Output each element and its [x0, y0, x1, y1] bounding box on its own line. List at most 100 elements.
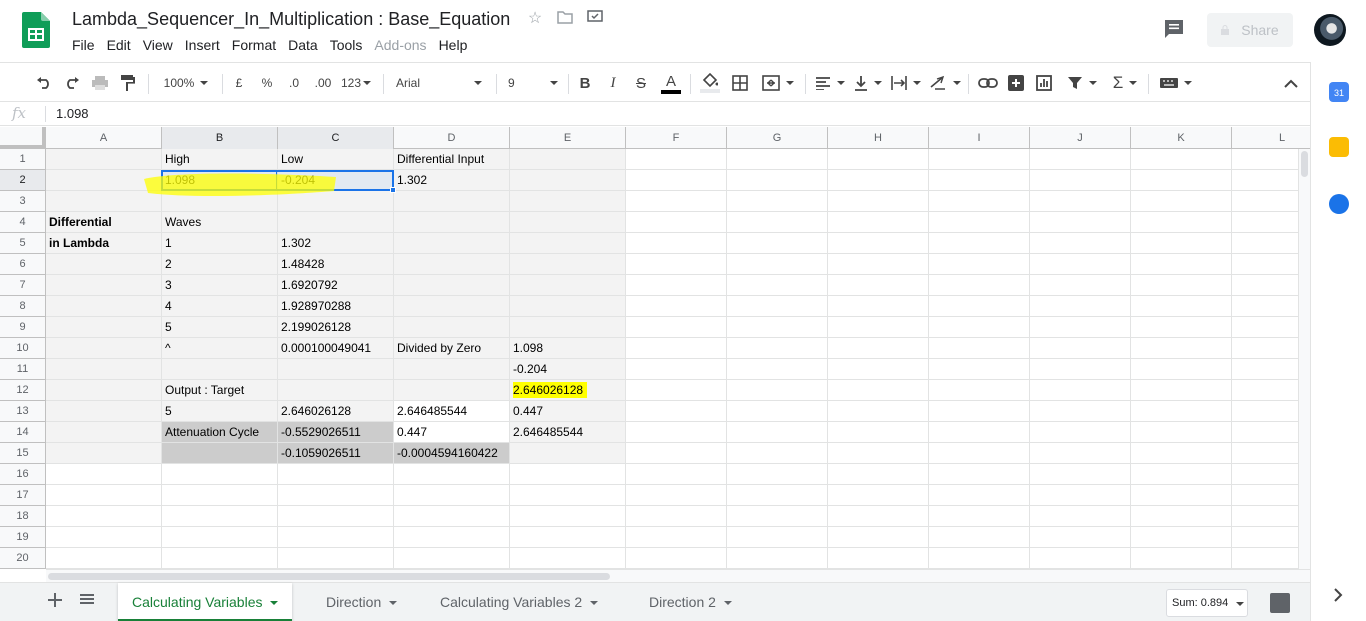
- paint-format-icon[interactable]: [118, 63, 138, 103]
- cell-k18[interactable]: [1131, 506, 1232, 527]
- sum-selector[interactable]: Sum: 0.894: [1166, 589, 1248, 617]
- menu-view[interactable]: View: [143, 37, 177, 53]
- cell-i14[interactable]: [929, 422, 1030, 443]
- cell-e11[interactable]: -0.204: [510, 359, 626, 380]
- cell-f17[interactable]: [626, 485, 727, 506]
- row-header-16[interactable]: 16: [0, 464, 46, 485]
- cell-h16[interactable]: [828, 464, 929, 485]
- cell-f13[interactable]: [626, 401, 727, 422]
- column-header-a[interactable]: A: [46, 127, 162, 149]
- input-tools-icon[interactable]: [1156, 63, 1196, 103]
- cell-f18[interactable]: [626, 506, 727, 527]
- cell-d15[interactable]: -0.0004594160422: [394, 443, 510, 464]
- menu-file[interactable]: File: [72, 37, 99, 53]
- cell-g12[interactable]: [727, 380, 828, 401]
- star-icon[interactable]: ☆: [526, 10, 544, 28]
- redo-icon[interactable]: [62, 63, 82, 103]
- cell-e18[interactable]: [510, 506, 626, 527]
- column-header-k[interactable]: K: [1131, 127, 1232, 149]
- row-header-20[interactable]: 20: [0, 548, 46, 569]
- text-rotation-icon[interactable]: [927, 63, 963, 103]
- cell-k5[interactable]: [1131, 233, 1232, 254]
- cell-a17[interactable]: [46, 485, 162, 506]
- cell-k13[interactable]: [1131, 401, 1232, 422]
- bold-button[interactable]: B: [576, 63, 594, 103]
- cell-j1[interactable]: [1030, 149, 1131, 170]
- functions-icon[interactable]: Σ: [1108, 63, 1142, 103]
- cell-a3[interactable]: [46, 191, 162, 212]
- cell-d14[interactable]: 0.447: [394, 422, 510, 443]
- cell-c10[interactable]: 0.000100049041: [278, 338, 394, 359]
- cell-g20[interactable]: [727, 548, 828, 569]
- row-header-3[interactable]: 3: [0, 191, 46, 212]
- cell-k3[interactable]: [1131, 191, 1232, 212]
- cell-g3[interactable]: [727, 191, 828, 212]
- cell-a4[interactable]: Differential: [46, 212, 162, 233]
- cell-e6[interactable]: [510, 254, 626, 275]
- cell-g16[interactable]: [727, 464, 828, 485]
- cell-e1[interactable]: [510, 149, 626, 170]
- cell-c3[interactable]: [278, 191, 394, 212]
- cell-a1[interactable]: [46, 149, 162, 170]
- cell-b20[interactable]: [162, 548, 278, 569]
- cell-i4[interactable]: [929, 212, 1030, 233]
- cell-a13[interactable]: [46, 401, 162, 422]
- cell-f7[interactable]: [626, 275, 727, 296]
- avatar[interactable]: [1314, 14, 1346, 46]
- cell-k1[interactable]: [1131, 149, 1232, 170]
- cell-c13[interactable]: 2.646026128: [278, 401, 394, 422]
- cell-e20[interactable]: [510, 548, 626, 569]
- cell-b8[interactable]: 4: [162, 296, 278, 317]
- cell-d8[interactable]: [394, 296, 510, 317]
- cell-h20[interactable]: [828, 548, 929, 569]
- cell-i10[interactable]: [929, 338, 1030, 359]
- cell-c6[interactable]: 1.48428: [278, 254, 394, 275]
- row-header-2[interactable]: 2: [0, 170, 46, 191]
- cell-g10[interactable]: [727, 338, 828, 359]
- cell-b18[interactable]: [162, 506, 278, 527]
- cell-d4[interactable]: [394, 212, 510, 233]
- cell-a5[interactable]: in Lambda: [46, 233, 162, 254]
- fill-handle[interactable]: [390, 187, 396, 193]
- cell-j20[interactable]: [1030, 548, 1131, 569]
- cell-d11[interactable]: [394, 359, 510, 380]
- cell-j8[interactable]: [1030, 296, 1131, 317]
- cell-i18[interactable]: [929, 506, 1030, 527]
- cell-d12[interactable]: [394, 380, 510, 401]
- cell-j17[interactable]: [1030, 485, 1131, 506]
- cell-i15[interactable]: [929, 443, 1030, 464]
- column-header-i[interactable]: I: [929, 127, 1030, 149]
- cell-k14[interactable]: [1131, 422, 1232, 443]
- all-sheets-icon[interactable]: [80, 593, 96, 609]
- add-sheet-icon[interactable]: [48, 593, 64, 609]
- row-header-17[interactable]: 17: [0, 485, 46, 506]
- column-header-e[interactable]: E: [510, 127, 626, 149]
- cell-a9[interactable]: [46, 317, 162, 338]
- cell-e2[interactable]: [510, 170, 626, 191]
- cell-d9[interactable]: [394, 317, 510, 338]
- decrease-decimal-button[interactable]: .0: [283, 63, 305, 103]
- cell-c15[interactable]: -0.1059026511: [278, 443, 394, 464]
- cell-j11[interactable]: [1030, 359, 1131, 380]
- cell-g7[interactable]: [727, 275, 828, 296]
- merge-cells-icon[interactable]: [758, 63, 798, 103]
- row-header-8[interactable]: 8: [0, 296, 46, 317]
- cell-f8[interactable]: [626, 296, 727, 317]
- cell-b16[interactable]: [162, 464, 278, 485]
- cell-d2[interactable]: 1.302: [394, 170, 510, 191]
- cell-k6[interactable]: [1131, 254, 1232, 275]
- tab-calculating-variables-2[interactable]: Calculating Variables 2: [426, 583, 612, 621]
- row-header-5[interactable]: 5: [0, 233, 46, 254]
- cell-f1[interactable]: [626, 149, 727, 170]
- menu-insert[interactable]: Insert: [185, 37, 224, 53]
- strikethrough-button[interactable]: S: [632, 63, 650, 103]
- cell-j6[interactable]: [1030, 254, 1131, 275]
- cell-g9[interactable]: [727, 317, 828, 338]
- cell-e19[interactable]: [510, 527, 626, 548]
- fill-color-button[interactable]: [698, 63, 722, 103]
- cell-g18[interactable]: [727, 506, 828, 527]
- cell-b15[interactable]: [162, 443, 278, 464]
- cell-g8[interactable]: [727, 296, 828, 317]
- vertical-scroll-thumb[interactable]: [1301, 151, 1308, 177]
- tab-direction[interactable]: Direction: [312, 583, 411, 621]
